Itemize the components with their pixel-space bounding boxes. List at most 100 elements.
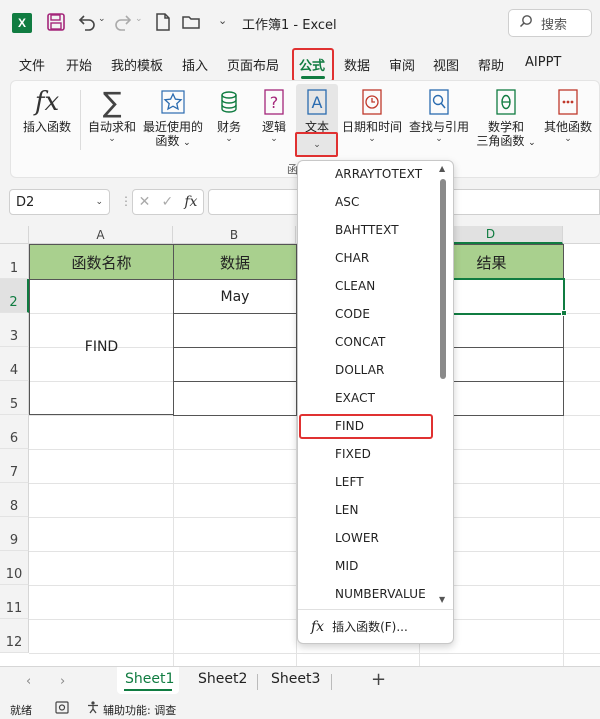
chevron-down-icon[interactable]: ⌄ bbox=[95, 197, 103, 207]
cell-b5[interactable] bbox=[173, 381, 297, 416]
macro-recording-icon[interactable] bbox=[55, 701, 69, 717]
sheet-tab-sheet1[interactable]: Sheet1 bbox=[125, 671, 174, 687]
row-header-2[interactable]: 2 bbox=[0, 279, 29, 313]
formula-bar-grip-icon[interactable]: ⋮ bbox=[120, 194, 132, 208]
insert-function-menu-item[interactable]: fx 插入函数(F)... bbox=[311, 618, 408, 635]
row-header-12[interactable]: 12 bbox=[0, 619, 29, 653]
menu-item-asc[interactable]: ASC bbox=[335, 195, 360, 209]
autosum-button[interactable]: ∑ 自动求和 ⌄ bbox=[86, 86, 138, 145]
search-placeholder: 搜索 bbox=[541, 17, 568, 33]
menu-item-mid[interactable]: MID bbox=[335, 559, 358, 573]
undo-icon[interactable] bbox=[76, 12, 98, 32]
new-file-icon[interactable] bbox=[154, 12, 172, 32]
row-header-5[interactable]: 5 bbox=[0, 381, 29, 415]
tab-help[interactable]: 帮助 bbox=[478, 55, 504, 74]
menu-item-fixed[interactable]: FIXED bbox=[335, 447, 371, 461]
row-header-7[interactable]: 7 bbox=[0, 449, 29, 483]
tab-data[interactable]: 数据 bbox=[344, 55, 370, 74]
sheet-prev-icon[interactable]: ‹ bbox=[26, 674, 31, 689]
chevron-down-icon: ⌄ bbox=[564, 134, 572, 144]
column-header-b[interactable]: B bbox=[173, 226, 296, 244]
scroll-down-icon[interactable]: ▼ bbox=[439, 595, 445, 604]
svg-text:A: A bbox=[312, 93, 323, 112]
lookup-icon bbox=[429, 86, 449, 118]
cell-b3[interactable] bbox=[173, 313, 297, 348]
cell-b4[interactable] bbox=[173, 347, 297, 382]
lookup-reference-button[interactable]: 查找与引用 ⌄ bbox=[406, 86, 472, 144]
menu-item-exact[interactable]: EXACT bbox=[335, 391, 375, 405]
menu-item-char[interactable]: CHAR bbox=[335, 251, 369, 265]
menu-item-left[interactable]: LEFT bbox=[335, 475, 364, 489]
tab-review[interactable]: 审阅 bbox=[389, 55, 415, 74]
redo-icon[interactable] bbox=[112, 12, 134, 32]
accessibility-status[interactable]: 辅助功能: 调查 bbox=[103, 702, 176, 718]
add-sheet-icon[interactable]: + bbox=[371, 669, 386, 690]
column-header-e[interactable] bbox=[563, 226, 600, 244]
fx-icon: fx bbox=[34, 87, 60, 117]
tab-view[interactable]: 视图 bbox=[433, 55, 459, 74]
row-header-9[interactable]: 9 bbox=[0, 517, 29, 551]
tab-home[interactable]: 开始 bbox=[66, 55, 92, 74]
menu-item-clean[interactable]: CLEAN bbox=[335, 279, 375, 293]
clock-icon bbox=[362, 86, 382, 118]
row-header-4[interactable]: 4 bbox=[0, 347, 29, 381]
gridline bbox=[29, 653, 600, 654]
menu-item-lower[interactable]: LOWER bbox=[335, 531, 379, 545]
menu-item-arraytotext[interactable]: ARRAYTOTEXT bbox=[335, 167, 422, 181]
menu-item-len[interactable]: LEN bbox=[335, 503, 359, 517]
tab-my-templates[interactable]: 我的模板 bbox=[111, 55, 163, 74]
menu-item-concat[interactable]: CONCAT bbox=[335, 335, 385, 349]
fill-handle[interactable] bbox=[561, 310, 567, 316]
financial-button[interactable]: 财务 ⌄ bbox=[212, 86, 246, 144]
menu-item-bahttext[interactable]: BAHTTEXT bbox=[335, 223, 399, 237]
fx-icon: fx bbox=[311, 618, 325, 635]
menu-item-numbervalue[interactable]: NUMBERVALUE bbox=[335, 587, 426, 601]
date-time-button[interactable]: 日期和时间 ⌄ bbox=[340, 86, 404, 144]
tab-separator bbox=[331, 674, 332, 690]
sheet-tab-sheet2[interactable]: Sheet2 bbox=[198, 671, 247, 687]
financial-label: 财务 bbox=[216, 120, 241, 134]
cancel-icon[interactable]: ✕ bbox=[139, 194, 151, 210]
insert-function-icon[interactable]: fx bbox=[184, 194, 197, 210]
name-box-value: D2 bbox=[16, 194, 35, 210]
tab-file[interactable]: 文件 bbox=[19, 55, 45, 74]
recently-used-label: 最近使用的 函数 ⌄ bbox=[142, 120, 203, 148]
row-header-11[interactable]: 11 bbox=[0, 585, 29, 619]
cell-b1[interactable]: 数据 bbox=[173, 244, 297, 280]
name-box[interactable]: D2 ⌄ bbox=[9, 189, 110, 215]
row-header-1[interactable]: 1 bbox=[0, 244, 29, 279]
sheet-next-icon[interactable]: › bbox=[60, 674, 65, 689]
accessibility-icon[interactable] bbox=[86, 701, 100, 717]
scroll-up-icon[interactable]: ▲ bbox=[439, 164, 445, 173]
theta-icon bbox=[496, 86, 516, 118]
tab-aippt[interactable]: AIPPT bbox=[525, 55, 561, 70]
customize-toolbar-icon[interactable]: ⌄ bbox=[218, 14, 227, 27]
row-header-6[interactable]: 6 bbox=[0, 415, 29, 449]
tab-insert[interactable]: 插入 bbox=[182, 55, 208, 74]
sheet-tab-sheet3[interactable]: Sheet3 bbox=[271, 671, 320, 687]
undo-dropdown-icon[interactable]: ⌄ bbox=[98, 14, 106, 24]
more-functions-button[interactable]: 其他函数 ⌄ bbox=[540, 86, 596, 144]
cell-a1[interactable]: 函数名称 bbox=[29, 244, 174, 280]
chevron-down-icon: ⌄ bbox=[108, 134, 116, 144]
row-header-3[interactable]: 3 bbox=[0, 313, 29, 347]
menu-item-dollar[interactable]: DOLLAR bbox=[335, 363, 384, 377]
check-icon[interactable]: ✓ bbox=[161, 194, 173, 210]
coins-icon bbox=[219, 86, 239, 118]
math-trig-button[interactable]: 数学和 三角函数 ⌄ bbox=[474, 86, 538, 150]
logical-button[interactable]: ? 逻辑 ⌄ bbox=[257, 86, 291, 144]
search-box[interactable]: 搜索 bbox=[508, 9, 592, 37]
select-all-corner[interactable] bbox=[0, 226, 29, 244]
insert-function-button[interactable]: fx 插入函数 bbox=[20, 86, 74, 134]
date-time-label: 日期和时间 bbox=[341, 120, 402, 134]
save-icon[interactable] bbox=[46, 12, 66, 32]
menu-item-code[interactable]: CODE bbox=[335, 307, 370, 321]
dropdown-scrollbar[interactable] bbox=[440, 179, 446, 379]
tab-page-layout[interactable]: 页面布局 bbox=[227, 55, 279, 74]
redo-dropdown-icon[interactable]: ⌄ bbox=[135, 14, 143, 24]
open-folder-icon[interactable] bbox=[181, 12, 201, 32]
recently-used-button[interactable]: 最近使用的 函数 ⌄ bbox=[141, 86, 205, 150]
row-header-8[interactable]: 8 bbox=[0, 483, 29, 517]
row-header-10[interactable]: 10 bbox=[0, 551, 29, 585]
column-header-a[interactable]: A bbox=[29, 226, 173, 244]
